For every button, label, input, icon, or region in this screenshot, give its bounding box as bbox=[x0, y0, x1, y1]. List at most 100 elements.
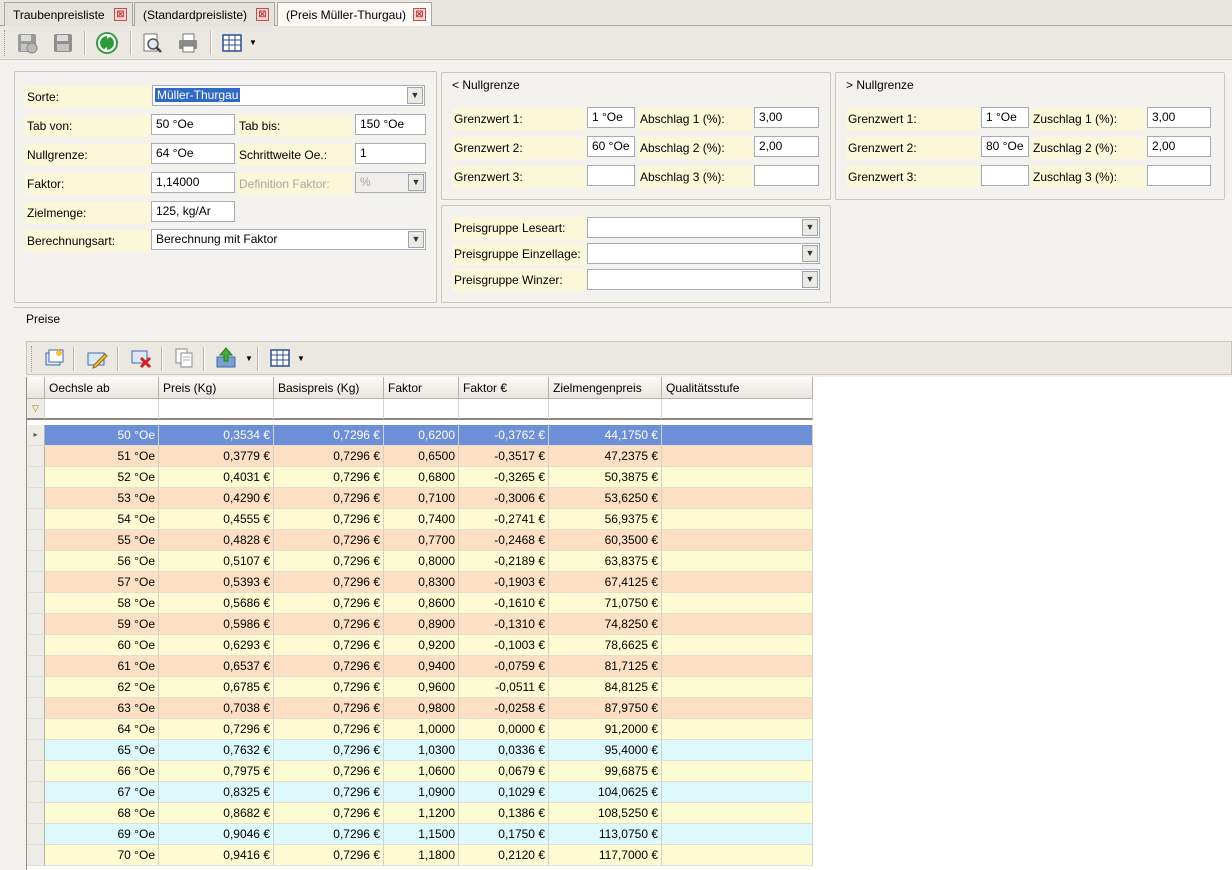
preis-cell[interactable]: 0,8682 € bbox=[159, 803, 274, 824]
faktor-cell[interactable]: 1,1800 bbox=[384, 845, 459, 866]
zielmengenpreis-cell[interactable]: 53,6250 € bbox=[549, 488, 662, 509]
zielmengenpreis-cell[interactable]: 63,8375 € bbox=[549, 551, 662, 572]
berechnungsart-select[interactable]: Berechnung mit Faktor ▼ bbox=[151, 229, 426, 250]
oechsle-cell[interactable]: 62 °Oe bbox=[45, 677, 159, 698]
qualitaetsstufe-cell[interactable] bbox=[662, 467, 813, 488]
close-icon[interactable]: ⊠ bbox=[256, 8, 269, 21]
row-indicator[interactable] bbox=[27, 467, 45, 488]
basispreis-cell[interactable]: 0,7296 € bbox=[274, 782, 384, 803]
filter-icon[interactable]: ▽ bbox=[27, 399, 45, 420]
qualitaetsstufe-cell[interactable] bbox=[662, 698, 813, 719]
table-row[interactable]: ▸ 50 °Oe 0,3534 €0,7296 €0,6200 -0,3762 €44… bbox=[27, 425, 813, 446]
grenzwert-2-field[interactable]: 60 °Oe bbox=[587, 136, 635, 157]
table-row[interactable]: 57 °Oe 0,5393 €0,7296 €0,8300 -0,1903 €67,… bbox=[27, 572, 813, 593]
schrittweite-field[interactable]: 1 bbox=[355, 143, 426, 164]
faktor-field[interactable]: 1,14000 bbox=[151, 172, 235, 193]
oechsle-cell[interactable]: 53 °Oe bbox=[45, 488, 159, 509]
table-row[interactable]: 58 °Oe 0,5686 €0,7296 €0,8600 -0,1610 €71,… bbox=[27, 593, 813, 614]
toolbar-grip[interactable] bbox=[4, 30, 7, 56]
toolbar-grip[interactable] bbox=[31, 346, 34, 372]
oechsle-cell[interactable]: 61 °Oe bbox=[45, 656, 159, 677]
table-row[interactable]: 69 °Oe 0,9046 €0,7296 €1,1500 0,1750 €113,… bbox=[27, 824, 813, 845]
basispreis-cell[interactable]: 0,7296 € bbox=[274, 467, 384, 488]
grenzwert-3-field[interactable] bbox=[981, 165, 1029, 186]
oechsle-cell[interactable]: 54 °Oe bbox=[45, 509, 159, 530]
faktor-cell[interactable]: 0,7400 bbox=[384, 509, 459, 530]
faktor-eur-cell[interactable]: -0,3517 € bbox=[459, 446, 549, 467]
grenzwert-3-field[interactable] bbox=[587, 165, 635, 186]
faktor-cell[interactable]: 0,9600 bbox=[384, 677, 459, 698]
qualitaetsstufe-cell[interactable] bbox=[662, 677, 813, 698]
preisgruppe-leseart-select[interactable]: ▼ bbox=[587, 217, 820, 238]
qualitaetsstufe-cell[interactable] bbox=[662, 782, 813, 803]
chevron-down-icon[interactable]: ▼ bbox=[802, 245, 818, 262]
zielmengenpreis-cell[interactable]: 50,3875 € bbox=[549, 467, 662, 488]
faktor-cell[interactable]: 0,9200 bbox=[384, 635, 459, 656]
tab-preis-mueller-thurgau[interactable]: (Preis Müller-Thurgau) ⊠ bbox=[277, 2, 432, 27]
basispreis-cell[interactable]: 0,7296 € bbox=[274, 530, 384, 551]
tab-traubenpreisliste[interactable]: Traubenpreisliste ⊠ bbox=[4, 2, 133, 26]
faktor-eur-cell[interactable]: -0,0258 € bbox=[459, 698, 549, 719]
faktor-cell[interactable]: 1,1200 bbox=[384, 803, 459, 824]
export-button[interactable] bbox=[214, 345, 240, 371]
basispreis-cell[interactable]: 0,7296 € bbox=[274, 488, 384, 509]
table-row[interactable]: 70 °Oe 0,9416 €0,7296 €1,1800 0,2120 €117,… bbox=[27, 845, 813, 866]
column-header[interactable]: Basispreis (Kg) bbox=[274, 377, 384, 399]
table-row[interactable]: 66 °Oe 0,7975 €0,7296 €1,0600 0,0679 €99,6… bbox=[27, 761, 813, 782]
qualitaetsstufe-cell[interactable] bbox=[662, 593, 813, 614]
oechsle-cell[interactable]: 55 °Oe bbox=[45, 530, 159, 551]
basispreis-cell[interactable]: 0,7296 € bbox=[274, 824, 384, 845]
faktor-eur-cell[interactable]: -0,3762 € bbox=[459, 425, 549, 446]
oechsle-cell[interactable]: 52 °Oe bbox=[45, 467, 159, 488]
faktor-cell[interactable]: 0,9800 bbox=[384, 698, 459, 719]
preis-cell[interactable]: 0,6293 € bbox=[159, 635, 274, 656]
oechsle-cell[interactable]: 67 °Oe bbox=[45, 782, 159, 803]
table-row[interactable]: 63 °Oe 0,7038 €0,7296 €0,9800 -0,0258 €87,… bbox=[27, 698, 813, 719]
preis-cell[interactable]: 0,7038 € bbox=[159, 698, 274, 719]
layout-button[interactable] bbox=[219, 30, 245, 56]
faktor-eur-cell[interactable]: 0,2120 € bbox=[459, 845, 549, 866]
grenzwert-1-field[interactable]: 1 °Oe bbox=[587, 107, 635, 128]
oechsle-cell[interactable]: 64 °Oe bbox=[45, 719, 159, 740]
filter-cell[interactable] bbox=[384, 399, 459, 420]
tab-standardpreisliste[interactable]: (Standardpreisliste) ⊠ bbox=[134, 2, 275, 26]
row-indicator[interactable] bbox=[27, 824, 45, 845]
table-row[interactable]: 56 °Oe 0,5107 €0,7296 €0,8000 -0,2189 €63,… bbox=[27, 551, 813, 572]
faktor-eur-cell[interactable]: -0,2468 € bbox=[459, 530, 549, 551]
faktor-cell[interactable]: 0,8000 bbox=[384, 551, 459, 572]
zielmengenpreis-cell[interactable]: 44,1750 € bbox=[549, 425, 662, 446]
preisgruppe-winzer-select[interactable]: ▼ bbox=[587, 269, 820, 290]
row-indicator[interactable] bbox=[27, 677, 45, 698]
new-record-button[interactable] bbox=[41, 345, 67, 371]
zielmengenpreis-cell[interactable]: 78,6625 € bbox=[549, 635, 662, 656]
oechsle-cell[interactable]: 56 °Oe bbox=[45, 551, 159, 572]
faktor-eur-cell[interactable]: -0,2189 € bbox=[459, 551, 549, 572]
preis-cell[interactable]: 0,4031 € bbox=[159, 467, 274, 488]
table-row[interactable]: 54 °Oe 0,4555 €0,7296 €0,7400 -0,2741 €56,… bbox=[27, 509, 813, 530]
qualitaetsstufe-cell[interactable] bbox=[662, 803, 813, 824]
faktor-eur-cell[interactable]: -0,1610 € bbox=[459, 593, 549, 614]
filter-cell[interactable] bbox=[662, 399, 813, 420]
preis-cell[interactable]: 0,5986 € bbox=[159, 614, 274, 635]
faktor-eur-cell[interactable]: 0,1750 € bbox=[459, 824, 549, 845]
oechsle-cell[interactable]: 65 °Oe bbox=[45, 740, 159, 761]
faktor-eur-cell[interactable]: -0,0759 € bbox=[459, 656, 549, 677]
copy-button[interactable] bbox=[171, 345, 197, 371]
preis-cell[interactable]: 0,7296 € bbox=[159, 719, 274, 740]
qualitaetsstufe-cell[interactable] bbox=[662, 425, 813, 446]
row-indicator[interactable] bbox=[27, 803, 45, 824]
faktor-eur-cell[interactable]: -0,0511 € bbox=[459, 677, 549, 698]
faktor-eur-cell[interactable]: -0,3265 € bbox=[459, 467, 549, 488]
table-row[interactable]: 61 °Oe 0,6537 €0,7296 €0,9400 -0,0759 €81,… bbox=[27, 656, 813, 677]
refresh-button[interactable] bbox=[94, 30, 120, 56]
zielmengenpreis-cell[interactable]: 74,8250 € bbox=[549, 614, 662, 635]
grenzwert-2-field[interactable]: 80 °Oe bbox=[981, 136, 1029, 157]
preis-cell[interactable]: 0,7975 € bbox=[159, 761, 274, 782]
preis-cell[interactable]: 0,8325 € bbox=[159, 782, 274, 803]
basispreis-cell[interactable]: 0,7296 € bbox=[274, 740, 384, 761]
column-header[interactable]: Qualitätsstufe bbox=[662, 377, 813, 399]
preis-cell[interactable]: 0,4555 € bbox=[159, 509, 274, 530]
faktor-eur-cell[interactable]: -0,1003 € bbox=[459, 635, 549, 656]
oechsle-cell[interactable]: 70 °Oe bbox=[45, 845, 159, 866]
oechsle-cell[interactable]: 69 °Oe bbox=[45, 824, 159, 845]
